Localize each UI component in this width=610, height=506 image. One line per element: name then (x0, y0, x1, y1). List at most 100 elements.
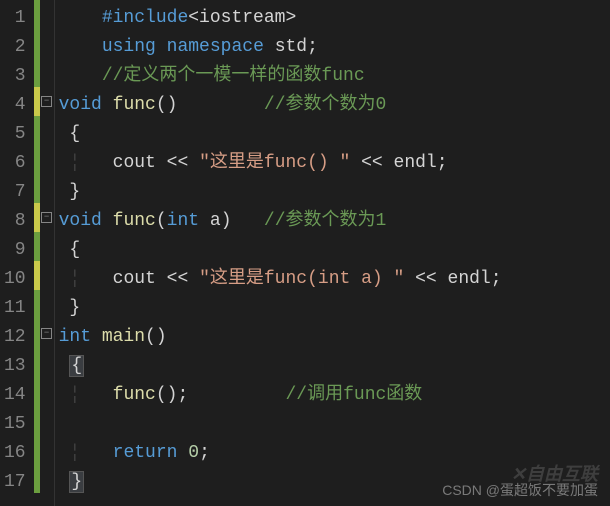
token-op: << (156, 269, 199, 289)
token-ident: func (113, 211, 156, 231)
token-plain (59, 8, 102, 28)
line-number: 4 (4, 91, 26, 120)
line-number: 3 (4, 62, 26, 91)
fold-gutter[interactable]: − − − (40, 0, 54, 506)
code-line[interactable]: } (55, 294, 610, 323)
token-type: int (59, 327, 91, 347)
line-number: 14 (4, 381, 26, 410)
code-line[interactable]: ¦ cout << "这里是func() " << endl; (55, 149, 610, 178)
watermark-text: CSDN @蛋超饭不要加蛋 (442, 480, 598, 500)
token-type: void (59, 211, 102, 231)
line-number: 6 (4, 149, 26, 178)
token-kw: using (102, 37, 156, 57)
code-line[interactable]: void func() //参数个数为0 (55, 91, 610, 120)
line-number: 1 (4, 4, 26, 33)
fold-marker[interactable]: − (40, 87, 54, 116)
fold-marker (40, 435, 54, 464)
fold-marker (40, 232, 54, 261)
line-number: 15 (4, 410, 26, 439)
token-guide: ¦ (69, 153, 80, 173)
code-line[interactable]: using namespace std; (55, 33, 610, 62)
token-plain (59, 240, 70, 260)
fold-marker[interactable]: − (40, 319, 54, 348)
fold-marker (40, 174, 54, 203)
token-plain (59, 472, 70, 492)
token-punct: ; (307, 37, 318, 57)
code-line[interactable]: ¦ func(); //调用func函数 (55, 381, 610, 410)
code-line[interactable]: { (55, 352, 610, 381)
token-string: "这里是func(int a) " (199, 269, 404, 289)
fold-marker (40, 377, 54, 406)
fold-marker (40, 464, 54, 493)
fold-marker (40, 0, 54, 29)
token-plain (232, 211, 264, 231)
line-number: 2 (4, 33, 26, 62)
line-number: 9 (4, 236, 26, 265)
code-area[interactable]: #include<iostream> using namespace std; … (54, 0, 610, 506)
line-number-gutter: 1234567891011121314151617 (0, 0, 34, 506)
token-plain (59, 37, 102, 57)
line-number: 8 (4, 207, 26, 236)
code-line[interactable]: //定义两个一模一样的函数func (55, 62, 610, 91)
token-punct: () (145, 327, 167, 347)
code-line[interactable]: { (55, 236, 610, 265)
token-op: << (350, 153, 393, 173)
fold-collapse-icon[interactable]: − (41, 328, 52, 339)
token-comment: //参数个数为1 (264, 211, 386, 231)
code-line[interactable]: ¦ cout << "这里是func(int a) " << endl; (55, 265, 610, 294)
token-guide: ¦ (69, 385, 80, 405)
token-punct: } (69, 182, 80, 202)
token-plain: cout (113, 153, 156, 173)
fold-marker[interactable]: − (40, 203, 54, 232)
token-punct: } (69, 298, 80, 318)
line-number: 16 (4, 439, 26, 468)
token-kw: namespace (167, 37, 264, 57)
code-line[interactable]: #include<iostream> (55, 4, 610, 33)
code-editor: 1234567891011121314151617 −−− #include<i… (0, 0, 610, 506)
line-number: 5 (4, 120, 26, 149)
code-line[interactable] (55, 410, 610, 439)
token-plain (59, 66, 102, 86)
token-plain: cout (113, 269, 156, 289)
line-number: 13 (4, 352, 26, 381)
token-punct: ) (221, 211, 232, 231)
fold-collapse-icon[interactable]: − (41, 96, 52, 107)
token-punct: { (69, 240, 80, 260)
line-number: 11 (4, 294, 26, 323)
token-number: 0 (188, 443, 199, 463)
token-comment: //定义两个一模一样的函数func (102, 66, 365, 86)
token-kw: #include (102, 8, 188, 28)
token-punct: { (69, 124, 80, 144)
fold-marker (40, 348, 54, 377)
code-line[interactable]: } (55, 178, 610, 207)
token-plain (80, 385, 112, 405)
token-plain (102, 95, 113, 115)
fold-marker (40, 116, 54, 145)
fold-marker (40, 58, 54, 87)
token-plain: endl (448, 269, 491, 289)
code-line[interactable]: int main() (55, 323, 610, 352)
token-plain: a (199, 211, 221, 231)
code-line[interactable]: { (55, 120, 610, 149)
fold-marker (40, 145, 54, 174)
token-comment: //调用func函数 (285, 385, 422, 405)
token-punct: ( (156, 211, 167, 231)
token-plain (102, 211, 113, 231)
token-guide: ¦ (69, 443, 80, 463)
token-punct: } (69, 471, 84, 493)
fold-collapse-icon[interactable]: − (41, 212, 52, 223)
token-kw: return (113, 443, 178, 463)
line-number: 10 (4, 265, 26, 294)
code-line[interactable]: void func(int a) //参数个数为1 (55, 207, 610, 236)
token-plain (91, 327, 102, 347)
token-punct: (); (156, 385, 188, 405)
token-plain: std (275, 37, 307, 57)
token-plain (80, 269, 112, 289)
token-op: << (404, 269, 447, 289)
token-plain (80, 443, 112, 463)
token-type: void (59, 95, 102, 115)
fold-marker (40, 29, 54, 58)
token-plain (156, 37, 167, 57)
token-plain (59, 153, 70, 173)
token-punct: ; (199, 443, 210, 463)
